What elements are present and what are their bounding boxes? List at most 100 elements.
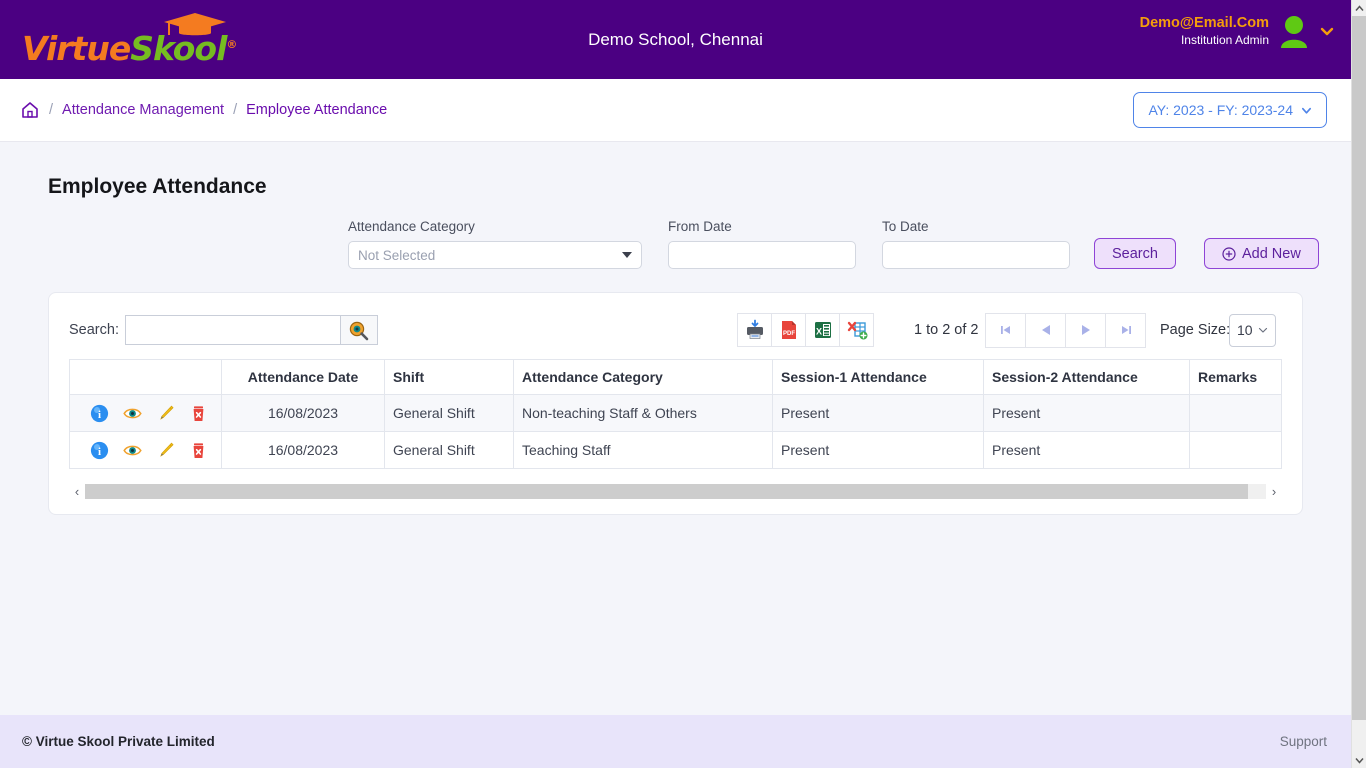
filter-bar: Attendance Category Not Selected From Da… [348,219,1351,269]
table-row: i [69,394,1282,432]
cell-remarks [1189,431,1282,469]
search-button-label: Search [1112,245,1158,262]
app-logo[interactable]: VirtueSkool® [22,12,237,68]
prev-page-button[interactable] [1025,312,1066,348]
breadcrumb: / Attendance Management / Employee Atten… [20,100,387,120]
column-header-remarks[interactable]: Remarks [1189,359,1282,395]
user-menu[interactable]: Demo@Email.Com Institution Admin [1140,14,1335,48]
attendance-category-label: Attendance Category [348,219,475,234]
scrollbar-thumb[interactable] [1352,16,1366,720]
pdf-icon: PDF [781,321,796,339]
next-page-button[interactable] [1065,312,1106,348]
breadcrumb-item-employee-attendance[interactable]: Employee Attendance [246,102,387,118]
column-header-attendance-date[interactable]: Attendance Date [221,359,385,395]
scrollbar-track[interactable] [85,484,1266,499]
page-size-value: 10 [1237,322,1253,338]
academic-year-selector[interactable]: AY: 2023 - FY: 2023-24 [1133,92,1327,128]
last-page-button[interactable] [1105,312,1146,348]
breadcrumb-item-attendance-management[interactable]: Attendance Management [62,102,224,118]
xml-export-icon [847,321,867,340]
data-grid-card: Search: PDF X 1 to 2 of 2 Page Size: 10 … [48,292,1303,515]
page-title: Employee Attendance [48,175,267,198]
from-date-input[interactable] [668,241,856,269]
print-export-button[interactable] [737,313,772,347]
cell-remarks [1189,394,1282,432]
attendance-category-select[interactable]: Not Selected [348,241,642,269]
attendance-category-value: Not Selected [358,247,436,263]
grid-search-label: Search: [69,322,119,338]
info-icon[interactable]: i [90,441,109,460]
svg-text:i: i [98,446,101,458]
next-page-icon [1081,325,1090,335]
chevron-down-icon [1258,327,1268,333]
svg-text:X: X [815,327,821,337]
edit-pencil-icon[interactable] [156,441,175,460]
page-size-select[interactable]: 10 [1229,313,1276,347]
add-new-button[interactable]: Add New [1203,238,1319,269]
home-icon[interactable] [20,100,40,120]
scroll-left-arrow[interactable]: ‹ [69,484,85,499]
scrollbar-thumb[interactable] [85,484,1249,499]
table-horizontal-scrollbar[interactable]: ‹ › [69,483,1282,500]
column-header-session-2[interactable]: Session-2 Attendance [983,359,1190,395]
delete-icon[interactable] [189,441,208,460]
printer-icon [746,319,763,339]
excel-export-button[interactable]: X [805,313,840,347]
edit-pencil-icon[interactable] [156,404,175,423]
footer-support-link[interactable]: Support [1280,734,1327,749]
table-row: i [69,431,1282,469]
first-page-button[interactable] [985,312,1026,348]
to-date-input[interactable] [882,241,1070,269]
caret-down-icon [622,252,632,258]
view-eye-icon[interactable] [123,404,142,423]
column-header-shift[interactable]: Shift [384,359,514,395]
breadcrumb-separator-1: / [49,102,54,118]
breadcrumb-bar: / Attendance Management / Employee Atten… [0,79,1351,142]
cell-shift: General Shift [384,431,514,469]
svg-text:PDF: PDF [783,331,795,337]
academic-year-label: AY: 2023 - FY: 2023-24 [1148,102,1293,118]
add-new-button-label: Add New [1241,245,1301,262]
cell-attendance-category: Non-teaching Staff & Others [513,394,773,432]
from-date-label: From Date [668,219,732,234]
browser-vertical-scrollbar[interactable] [1351,0,1366,768]
magnifier-icon [350,321,369,340]
column-header-actions [69,359,222,395]
to-date-label: To Date [882,219,929,234]
excel-icon: X [814,322,831,338]
to-date-field: To Date [882,219,1070,269]
chevron-down-icon [1355,757,1364,764]
pdf-export-button[interactable]: PDF [771,313,806,347]
graduation-cap-icon [164,12,226,35]
search-button[interactable]: Search [1094,238,1176,269]
cell-session-1: Present [772,431,984,469]
scroll-down-arrow[interactable] [1352,752,1366,768]
xml-export-button[interactable] [839,313,874,347]
user-role: Institution Admin [1180,32,1269,47]
info-icon[interactable]: i [90,404,109,423]
grid-toolbar: Search: PDF X 1 to 2 of 2 Page Size: 10 [69,311,1282,349]
chevron-down-icon [1302,107,1311,114]
main-content: Employee Attendance Attendance Category … [0,142,1351,715]
column-header-session-1[interactable]: Session-1 Attendance [772,359,984,395]
cell-attendance-date: 16/08/2023 [221,431,385,469]
cell-attendance-date: 16/08/2023 [221,394,385,432]
delete-icon[interactable] [189,404,208,423]
cell-session-1: Present [772,394,984,432]
user-avatar-icon [1281,16,1307,48]
scroll-right-arrow[interactable]: › [1266,484,1282,499]
grid-search-input[interactable] [124,315,340,345]
cell-attendance-category: Teaching Staff [513,431,773,469]
first-page-icon [1000,326,1010,334]
view-eye-icon[interactable] [123,441,142,460]
row-actions-cell: i [69,431,222,469]
column-header-attendance-category[interactable]: Attendance Category [513,359,773,395]
scroll-up-arrow[interactable] [1352,0,1366,16]
app-viewport: VirtueSkool® Demo School, Chennai Demo@E… [0,0,1351,768]
footer-copyright: © Virtue Skool Private Limited [22,734,215,749]
grid-search-button[interactable] [339,315,378,345]
logo-text-virtue: Virtue [22,28,131,68]
pagination-controls [985,312,1146,348]
attendance-table: Attendance Date Shift Attendance Categor… [69,359,1282,469]
chevron-down-icon[interactable] [1319,23,1335,39]
